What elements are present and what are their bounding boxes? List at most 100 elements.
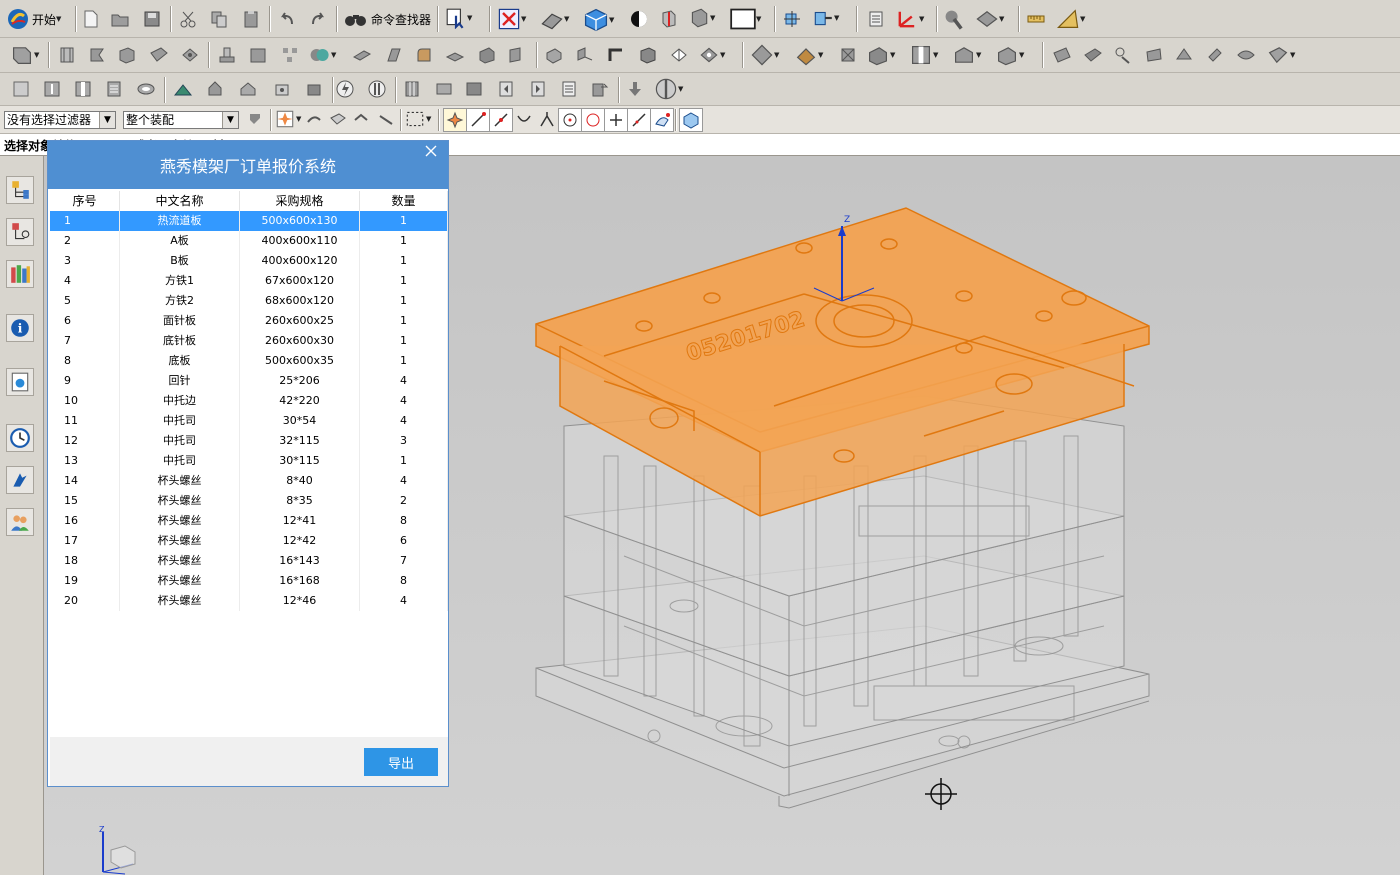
surface-3-button[interactable] <box>1111 43 1135 67</box>
col-header-qty[interactable]: 数量 <box>360 191 448 211</box>
dialog-titlebar[interactable]: 燕秀模架厂订单报价系统 <box>48 141 448 189</box>
mold-base-button[interactable]: ▼ <box>794 43 826 67</box>
command-finder-button[interactable]: 命令查找器 <box>344 9 431 29</box>
scope-dropdown[interactable]: 整个装配 ▼ <box>123 111 239 129</box>
resize-face-button[interactable] <box>636 43 660 67</box>
boss-button[interactable] <box>215 43 239 67</box>
snap-quadrant-button[interactable] <box>581 108 605 132</box>
block-button[interactable] <box>115 43 139 67</box>
sketch-button[interactable]: ▼ <box>10 43 42 67</box>
tool-6-button[interactable] <box>171 77 195 101</box>
snap-intersection-button[interactable] <box>535 108 559 132</box>
pocket-button[interactable] <box>246 43 270 67</box>
snap-point-dropdown[interactable]: ▼ <box>274 108 304 130</box>
tool-4-button[interactable] <box>102 77 126 101</box>
table-row[interactable]: 2 A板 400x600x110 1 <box>50 231 448 251</box>
table-row[interactable]: 1 热流道板 500x600x130 1 <box>50 211 448 231</box>
wcs-button[interactable]: ▼ <box>895 7 927 31</box>
tool-3-button[interactable] <box>71 77 95 101</box>
snap-button[interactable] <box>942 7 966 31</box>
lock-selection-button[interactable] <box>302 108 326 132</box>
draft-button[interactable] <box>382 43 406 67</box>
table-row[interactable]: 19 杯头螺丝 16*168 8 <box>50 571 448 591</box>
tool-11-button[interactable] <box>333 77 357 101</box>
process-studio-tab[interactable] <box>6 466 34 494</box>
tool-21-button[interactable]: ▼ <box>654 77 686 101</box>
ejector-pin-button[interactable]: ▼ <box>866 43 898 67</box>
synchronous-button[interactable] <box>667 43 691 67</box>
table-row[interactable]: 5 方铁2 68x600x120 1 <box>50 291 448 311</box>
surface-2-button[interactable] <box>1081 43 1105 67</box>
tool-13-button[interactable] <box>400 77 424 101</box>
table-row[interactable]: 4 方铁1 67x600x120 1 <box>50 271 448 291</box>
offset-face-button[interactable] <box>505 43 529 67</box>
table-row[interactable]: 9 回针 25*206 4 <box>50 371 448 391</box>
start-menu-button[interactable]: 开始 ▼ <box>6 7 64 31</box>
cooling-button[interactable]: ▼ <box>952 43 984 67</box>
export-button[interactable]: 导出 <box>364 748 438 776</box>
table-row[interactable]: 10 中托边 42*220 4 <box>50 391 448 411</box>
revolve-button[interactable] <box>85 43 109 67</box>
snap-existing-point-button[interactable] <box>604 108 628 132</box>
select-face-button[interactable] <box>350 108 374 132</box>
snap-on-curve-button[interactable] <box>627 108 651 132</box>
hole-solid-button[interactable] <box>178 43 202 67</box>
tool-9-button[interactable] <box>270 77 294 101</box>
pull-face-button[interactable]: ▼ <box>698 43 728 67</box>
table-row[interactable]: 17 杯头螺丝 12*42 6 <box>50 531 448 551</box>
measure-distance-button[interactable] <box>1024 7 1048 31</box>
surface-7-button[interactable] <box>1234 43 1258 67</box>
col-header-spec[interactable]: 采购规格 <box>240 191 360 211</box>
table-row[interactable]: 12 中托司 32*115 3 <box>50 431 448 451</box>
tool-2-button[interactable] <box>40 77 64 101</box>
col-header-name[interactable]: 中文名称 <box>120 191 240 211</box>
tool-14-button[interactable] <box>432 77 456 101</box>
standard-part-button[interactable] <box>836 43 860 67</box>
redo-button[interactable] <box>306 7 330 31</box>
tool-8-button[interactable] <box>236 77 260 101</box>
roles-tab[interactable] <box>6 508 34 536</box>
tool-20-button[interactable] <box>623 77 647 101</box>
trim-body-button[interactable] <box>350 43 374 67</box>
shell-button[interactable] <box>475 43 499 67</box>
move-component-button[interactable] <box>780 7 804 31</box>
snap-center-button[interactable] <box>558 108 582 132</box>
assembly-navigator-tab[interactable] <box>6 176 34 204</box>
close-button[interactable] <box>422 141 440 161</box>
reuse-library-tab[interactable]: i <box>6 314 34 342</box>
tool-12-button[interactable] <box>365 77 389 101</box>
open-file-button[interactable] <box>108 7 132 31</box>
table-row[interactable]: 18 杯头螺丝 16*143 7 <box>50 551 448 571</box>
fit-view-button[interactable]: ▼ <box>497 7 529 31</box>
cut-button[interactable] <box>176 7 200 31</box>
sprue-button[interactable]: ▼ <box>909 43 941 67</box>
table-row[interactable]: 8 底板 500x600x35 1 <box>50 351 448 371</box>
col-header-index[interactable]: 序号 <box>50 191 120 211</box>
surface-8-button[interactable]: ▼ <box>1266 43 1298 67</box>
tool-19-button[interactable] <box>588 77 612 101</box>
unite-button[interactable]: ▼ <box>307 43 339 67</box>
measure-angle-button[interactable]: ▼ <box>1056 7 1088 31</box>
rectangle-select-dropdown[interactable]: ▼ <box>404 108 434 130</box>
table-row[interactable]: 3 B板 400x600x120 1 <box>50 251 448 271</box>
mold-wizard-button[interactable]: ▼ <box>750 43 782 67</box>
paste-button[interactable] <box>239 7 263 31</box>
surface-1-button[interactable] <box>1050 43 1074 67</box>
select-body-button[interactable] <box>326 108 350 132</box>
clip-section-button[interactable] <box>657 7 681 31</box>
snap-midpoint-button[interactable] <box>489 108 513 132</box>
constraints-button[interactable]: ▼ <box>812 7 842 29</box>
replace-face-button[interactable] <box>542 43 566 67</box>
tool-7-button[interactable] <box>203 77 227 101</box>
history-tab[interactable] <box>6 424 34 452</box>
undo-button[interactable] <box>275 7 299 31</box>
snap-bounding-box-button[interactable] <box>679 108 703 132</box>
edge-blend-button[interactable] <box>412 43 436 67</box>
table-row[interactable]: 11 中托司 30*54 4 <box>50 411 448 431</box>
snap-endpoint-button[interactable] <box>466 108 490 132</box>
general-selection-button[interactable] <box>244 108 268 132</box>
visibility-button[interactable]: ▼ <box>688 7 718 29</box>
table-row[interactable]: 14 杯头螺丝 8*40 4 <box>50 471 448 491</box>
tool-15-button[interactable] <box>462 77 486 101</box>
table-row[interactable]: 15 杯头螺丝 8*35 2 <box>50 491 448 511</box>
